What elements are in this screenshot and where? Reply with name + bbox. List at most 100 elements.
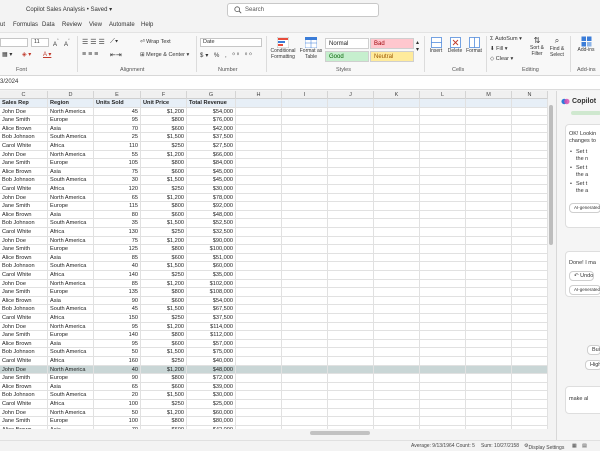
units-sold-cell[interactable]: 65	[94, 382, 141, 392]
empty-cell[interactable]	[466, 142, 512, 151]
empty-cell[interactable]	[374, 116, 420, 125]
total-revenue-cell[interactable]: $30,000	[187, 391, 236, 400]
empty-cell[interactable]	[420, 262, 466, 271]
units-sold-cell[interactable]: 35	[94, 219, 141, 228]
empty-cell[interactable]	[466, 228, 512, 237]
empty-cell[interactable]	[282, 99, 328, 108]
empty-cell[interactable]	[420, 150, 466, 160]
table-row[interactable]: Bob Johnson South America 30 $1,500 $45,000	[0, 176, 548, 185]
region-cell[interactable]: Asia	[48, 339, 94, 349]
region-cell[interactable]: North America	[48, 322, 94, 332]
table-row[interactable]: Jane Smith Europe 90 $800 $72,000	[0, 374, 548, 383]
suggestion-chip[interactable]: High	[585, 360, 600, 370]
region-cell[interactable]: Europe	[48, 159, 94, 168]
table-row[interactable]: Alice Brown Asia 95 $600 $57,000	[0, 339, 548, 349]
sales-rep-cell[interactable]: Alice Brown	[0, 167, 48, 177]
empty-cell[interactable]	[374, 357, 420, 366]
horizontal-align-icons[interactable]: ≡≡≡	[82, 51, 100, 58]
menu-review[interactable]: Review	[62, 22, 82, 28]
empty-cell[interactable]	[236, 288, 282, 297]
style-bad[interactable]: Bad	[370, 38, 414, 49]
empty-cell[interactable]	[420, 279, 466, 289]
sales-rep-cell[interactable]: Bob Johnson	[0, 219, 48, 228]
name-box[interactable]: 3/2024	[0, 79, 18, 85]
empty-cell[interactable]	[420, 107, 466, 117]
sales-rep-cell[interactable]: Alice Brown	[0, 124, 48, 134]
empty-cell[interactable]	[466, 176, 512, 185]
empty-cell[interactable]	[328, 382, 374, 392]
total-revenue-cell[interactable]: $32,500	[187, 228, 236, 237]
total-revenue-cell[interactable]: $108,000	[187, 288, 236, 297]
empty-cell[interactable]	[282, 236, 328, 246]
unit-price-cell[interactable]: $800	[141, 202, 187, 211]
units-sold-cell[interactable]: 45	[94, 305, 141, 314]
empty-cell[interactable]	[512, 210, 548, 220]
fill-button[interactable]: ⬇ Fill ▾	[490, 46, 507, 52]
table-row[interactable]: John Doe North America 95 $1,200 $114,000	[0, 322, 548, 332]
empty-cell[interactable]	[282, 296, 328, 306]
empty-cell[interactable]	[512, 408, 548, 418]
unit-price-cell[interactable]: $1,500	[141, 262, 187, 271]
empty-cell[interactable]	[512, 262, 548, 271]
empty-cell[interactable]	[512, 374, 548, 383]
undo-button[interactable]: ↶ Undo	[569, 271, 595, 281]
empty-cell[interactable]	[328, 322, 374, 332]
empty-cell[interactable]	[512, 107, 548, 117]
total-revenue-cell[interactable]: $39,000	[187, 382, 236, 392]
table-row[interactable]: Jane Smith Europe 115 $800 $92,000	[0, 202, 548, 211]
empty-cell[interactable]	[466, 219, 512, 228]
empty-cell[interactable]	[512, 193, 548, 203]
empty-cell[interactable]	[466, 365, 512, 375]
empty-cell[interactable]	[236, 219, 282, 228]
empty-cell[interactable]	[328, 296, 374, 306]
spreadsheet-grid[interactable]: Sales Rep Region Units Sold Unit Price Total…	[0, 99, 548, 429]
units-sold-cell[interactable]: 40	[94, 365, 141, 375]
empty-cell[interactable]	[236, 150, 282, 160]
empty-cell[interactable]	[374, 210, 420, 220]
region-cell[interactable]: Africa	[48, 314, 94, 323]
empty-cell[interactable]	[512, 202, 548, 211]
empty-cell[interactable]	[374, 288, 420, 297]
empty-cell[interactable]	[374, 365, 420, 375]
indent-icons[interactable]: ⇤⇥	[110, 51, 122, 59]
total-revenue-cell[interactable]: $37,500	[187, 133, 236, 142]
empty-cell[interactable]	[374, 382, 420, 392]
addins-button[interactable]: Add-ins	[574, 36, 598, 53]
table-row[interactable]: Jane Smith Europe 105 $800 $84,000	[0, 159, 548, 168]
empty-cell[interactable]	[466, 305, 512, 314]
empty-cell[interactable]	[374, 408, 420, 418]
empty-cell[interactable]	[466, 185, 512, 194]
empty-cell[interactable]	[512, 142, 548, 151]
sort-filter-button[interactable]: ⇅ Sort & Filter	[528, 36, 546, 57]
empty-cell[interactable]	[374, 133, 420, 142]
empty-cell[interactable]	[512, 279, 548, 289]
empty-cell[interactable]	[466, 107, 512, 117]
table-header-cell[interactable]: Total Revenue	[187, 99, 236, 108]
empty-cell[interactable]	[236, 167, 282, 177]
units-sold-cell[interactable]: 70	[94, 124, 141, 134]
empty-cell[interactable]	[236, 305, 282, 314]
empty-cell[interactable]	[328, 193, 374, 203]
empty-cell[interactable]	[466, 382, 512, 392]
suggestion-chip[interactable]: Bui	[587, 345, 600, 355]
region-cell[interactable]: South America	[48, 262, 94, 271]
empty-cell[interactable]	[374, 339, 420, 349]
sales-rep-cell[interactable]: Bob Johnson	[0, 305, 48, 314]
styles-scroll-icon[interactable]: ▴ ▾	[416, 39, 419, 53]
empty-cell[interactable]	[420, 116, 466, 125]
sales-rep-cell[interactable]: Carol White	[0, 271, 48, 280]
unit-price-cell[interactable]: $600	[141, 296, 187, 306]
column-header-l[interactable]: L	[420, 91, 466, 99]
table-row[interactable]: Carol White Africa 160 $250 $40,000	[0, 357, 548, 366]
empty-cell[interactable]	[282, 391, 328, 400]
empty-cell[interactable]	[328, 107, 374, 117]
empty-cell[interactable]	[512, 150, 548, 160]
empty-cell[interactable]	[236, 236, 282, 246]
table-row[interactable]: John Doe North America 55 $1,200 $66,000	[0, 150, 548, 160]
column-header-d[interactable]: D	[48, 91, 94, 99]
empty-cell[interactable]	[466, 271, 512, 280]
empty-cell[interactable]	[466, 99, 512, 108]
empty-cell[interactable]	[328, 99, 374, 108]
empty-cell[interactable]	[236, 228, 282, 237]
table-row[interactable]: John Doe North America 75 $1,200 $90,000	[0, 236, 548, 246]
